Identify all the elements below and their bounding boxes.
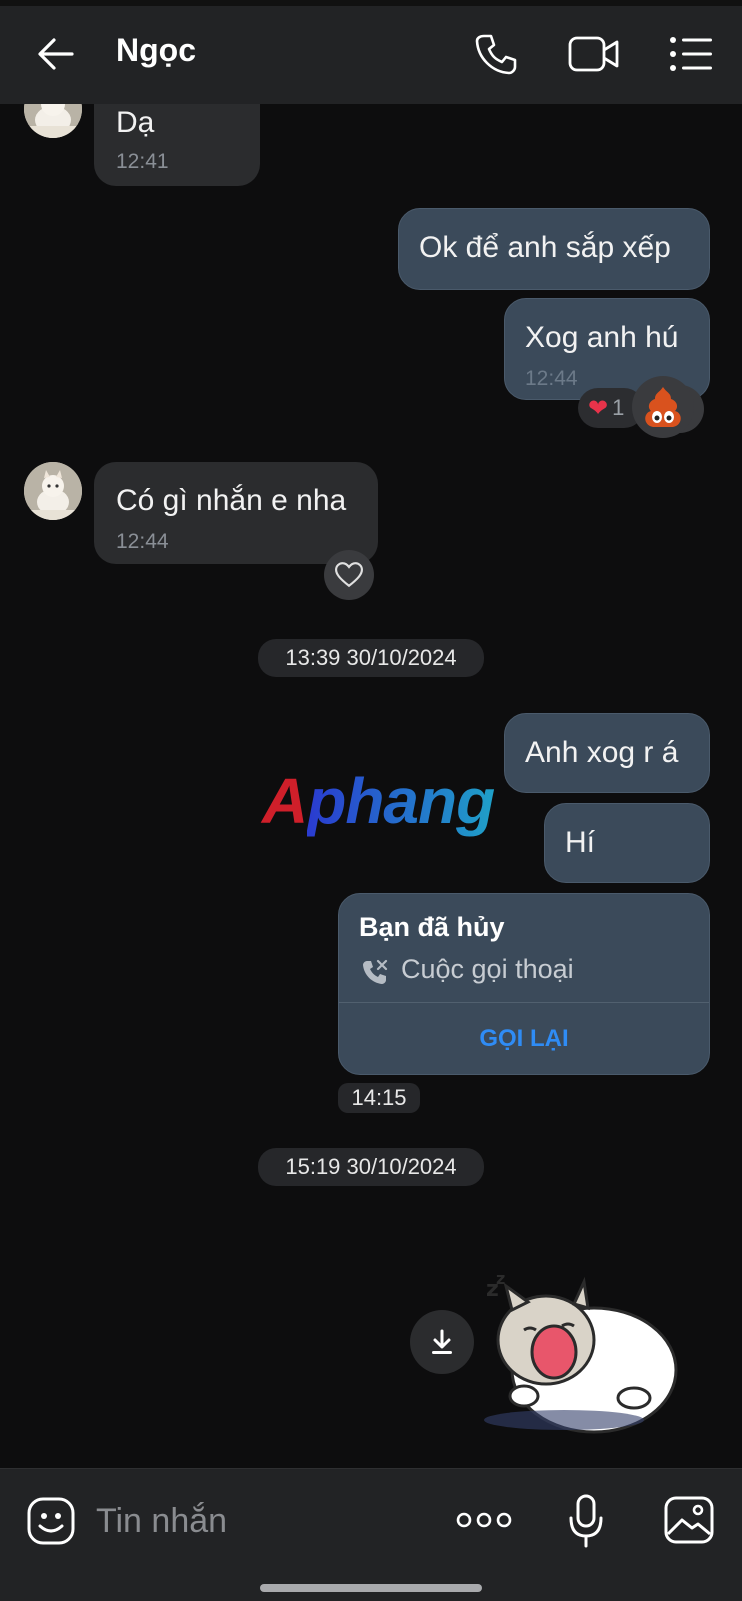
message-time: 12:44 [525,367,578,390]
watermark-part-1: A [262,765,308,837]
react-button[interactable] [324,550,374,600]
message-input[interactable]: Tin nhắn [96,1502,227,1541]
phone-icon [475,34,517,75]
more-options-icon [456,1512,512,1528]
microphone-icon [569,1494,603,1548]
message-bubble-incoming[interactable]: Có gì nhắn e nha 12:44 [94,462,378,564]
contact-name-top[interactable]: Ngọc [116,32,196,69]
message-text: Ok để anh sắp xếp [419,231,671,264]
message-bubble-outgoing[interactable]: Ok để anh sắp xếp [398,208,710,290]
poop-reaction[interactable] [632,376,694,438]
sticker-button[interactable] [26,1496,76,1546]
message-text: Xog anh hú [525,321,679,354]
message-text: Hí [565,826,595,859]
date-divider: 15:19 30/10/2024 [258,1148,484,1186]
sticker-emoji-icon [27,1497,75,1545]
image-picker-button[interactable] [664,1496,714,1544]
sleeping-cat-sticker-image: z z [484,1269,678,1434]
heart-outline-icon [335,562,363,588]
voice-call-button-top[interactable] [468,26,524,82]
poop-emoji-icon [645,387,681,427]
call-card-title: Bạn đã hủy [359,912,505,942]
image-gallery-icon [664,1496,714,1544]
message-bubble-outgoing[interactable]: Anh xog r á [504,713,710,793]
message-time: 12:41 [116,150,169,173]
svg-text:z: z [496,1270,505,1288]
header-overlay [0,0,742,104]
reaction-count: 1 [612,395,625,420]
cat-photo-icon [24,462,82,520]
back-arrow-icon [38,38,74,70]
call-time: 14:15 [338,1083,420,1113]
more-options-button[interactable] [456,1508,512,1532]
video-camera-icon [568,36,619,72]
video-call-button-top[interactable] [566,26,622,82]
call-back-button[interactable]: GỌI LẠI [339,1003,709,1075]
download-icon [432,1329,452,1354]
watermark-logo: Aphang [262,764,495,838]
sleeping-cat-sticker[interactable]: z z [484,1269,684,1440]
message-text: Có gì nhắn e nha [116,484,347,517]
heart-reaction-icon: ❤ [588,394,609,422]
call-card: Bạn đã hủy Cuộc gọi thoại GỌI LẠI [338,893,710,1075]
call-card-subtitle: Cuộc gọi thoại [401,954,574,984]
message-text: Anh xog r á [525,736,679,769]
chat-options-button-top[interactable] [664,26,720,82]
message-text: Dạ [116,106,155,139]
download-sticker-button[interactable] [410,1310,474,1374]
message-bubble-outgoing[interactable]: Hí [544,803,710,883]
voice-record-button[interactable] [568,1494,604,1548]
home-indicator[interactable] [260,1584,482,1592]
contact-avatar[interactable] [24,462,82,520]
back-button-top[interactable] [28,26,84,82]
date-divider: 13:39 30/10/2024 [258,639,484,677]
message-time: 12:44 [116,530,169,553]
watermark-part-2: phang [307,765,495,837]
missed-call-icon [361,958,389,991]
list-menu-icon [670,37,712,71]
